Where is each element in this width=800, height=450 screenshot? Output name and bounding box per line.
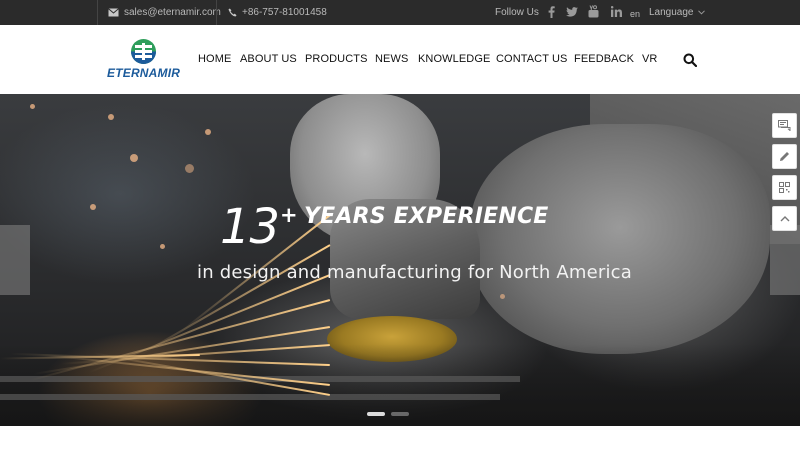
divider xyxy=(216,0,217,25)
hero-image-glove xyxy=(470,124,770,354)
qr-code-button[interactable] xyxy=(772,175,797,200)
nav-item-news[interactable]: NEWS xyxy=(375,53,408,65)
next-slide-button[interactable] xyxy=(770,225,800,295)
phone-icon xyxy=(228,8,237,17)
language-selector[interactable]: Language xyxy=(649,7,706,18)
language-code[interactable]: en xyxy=(630,9,640,19)
nav-item-knowledge[interactable]: KNOWLEDGE xyxy=(418,53,490,65)
chat-button[interactable] xyxy=(772,113,797,138)
edit-icon xyxy=(780,152,789,161)
hero-plus: + xyxy=(280,203,298,227)
slide-dot[interactable] xyxy=(391,412,409,416)
phone-link[interactable]: +86-757-81001458 xyxy=(228,0,327,25)
top-bar: sales@eternamir.com +86-757-81001458 Fol… xyxy=(0,0,800,25)
hero-image-rail xyxy=(0,394,500,400)
divider xyxy=(97,0,98,25)
scroll-top-icon xyxy=(780,216,789,222)
slide-dot[interactable] xyxy=(367,412,385,416)
linkedin-icon[interactable] xyxy=(611,6,622,17)
prev-slide-button[interactable] xyxy=(0,225,30,295)
qr-code-icon xyxy=(779,182,790,193)
phone-text: +86-757-81001458 xyxy=(242,7,327,18)
logo[interactable]: ETERNAMIR xyxy=(107,37,183,83)
hero-number: 13 xyxy=(220,199,280,255)
hero-title: YEARS EXPERIENCE xyxy=(304,204,549,229)
facebook-icon[interactable] xyxy=(548,6,555,18)
email-link[interactable]: sales@eternamir.com xyxy=(108,0,221,25)
chat-icon xyxy=(778,120,791,131)
chevron-down-icon xyxy=(698,10,706,15)
site-header: ETERNAMIR HOME ABOUT US PRODUCTS NEWS KN… xyxy=(0,25,800,94)
slide-indicators xyxy=(367,412,409,416)
language-label: Language xyxy=(649,7,694,18)
twitter-icon[interactable] xyxy=(566,7,578,17)
search-icon[interactable] xyxy=(683,53,697,67)
logo-wordmark: ETERNAMIR xyxy=(107,66,181,80)
nav-item-products[interactable]: PRODUCTS xyxy=(305,53,368,65)
envelope-icon xyxy=(108,8,119,17)
logo-mark-icon xyxy=(131,39,156,64)
nav-item-feedback[interactable]: FEEDBACK xyxy=(574,53,634,65)
youtube-icon[interactable] xyxy=(588,5,599,18)
follow-us-label: Follow Us xyxy=(495,7,539,18)
nav-item-contact-us[interactable]: CONTACT US xyxy=(496,53,568,65)
email-text: sales@eternamir.com xyxy=(124,7,221,18)
nav-item-vr[interactable]: VR xyxy=(642,53,657,65)
scroll-top-button[interactable] xyxy=(772,206,797,231)
nav-item-home[interactable]: HOME xyxy=(198,53,231,65)
hero-slider: 13 + YEARS EXPERIENCE in design and manu… xyxy=(0,94,800,426)
inquiry-button[interactable] xyxy=(772,144,797,169)
hero-subtitle: in design and manufacturing for North Am… xyxy=(197,262,633,283)
page-content-start xyxy=(0,426,800,450)
nav-item-about-us[interactable]: ABOUT US xyxy=(240,53,297,65)
